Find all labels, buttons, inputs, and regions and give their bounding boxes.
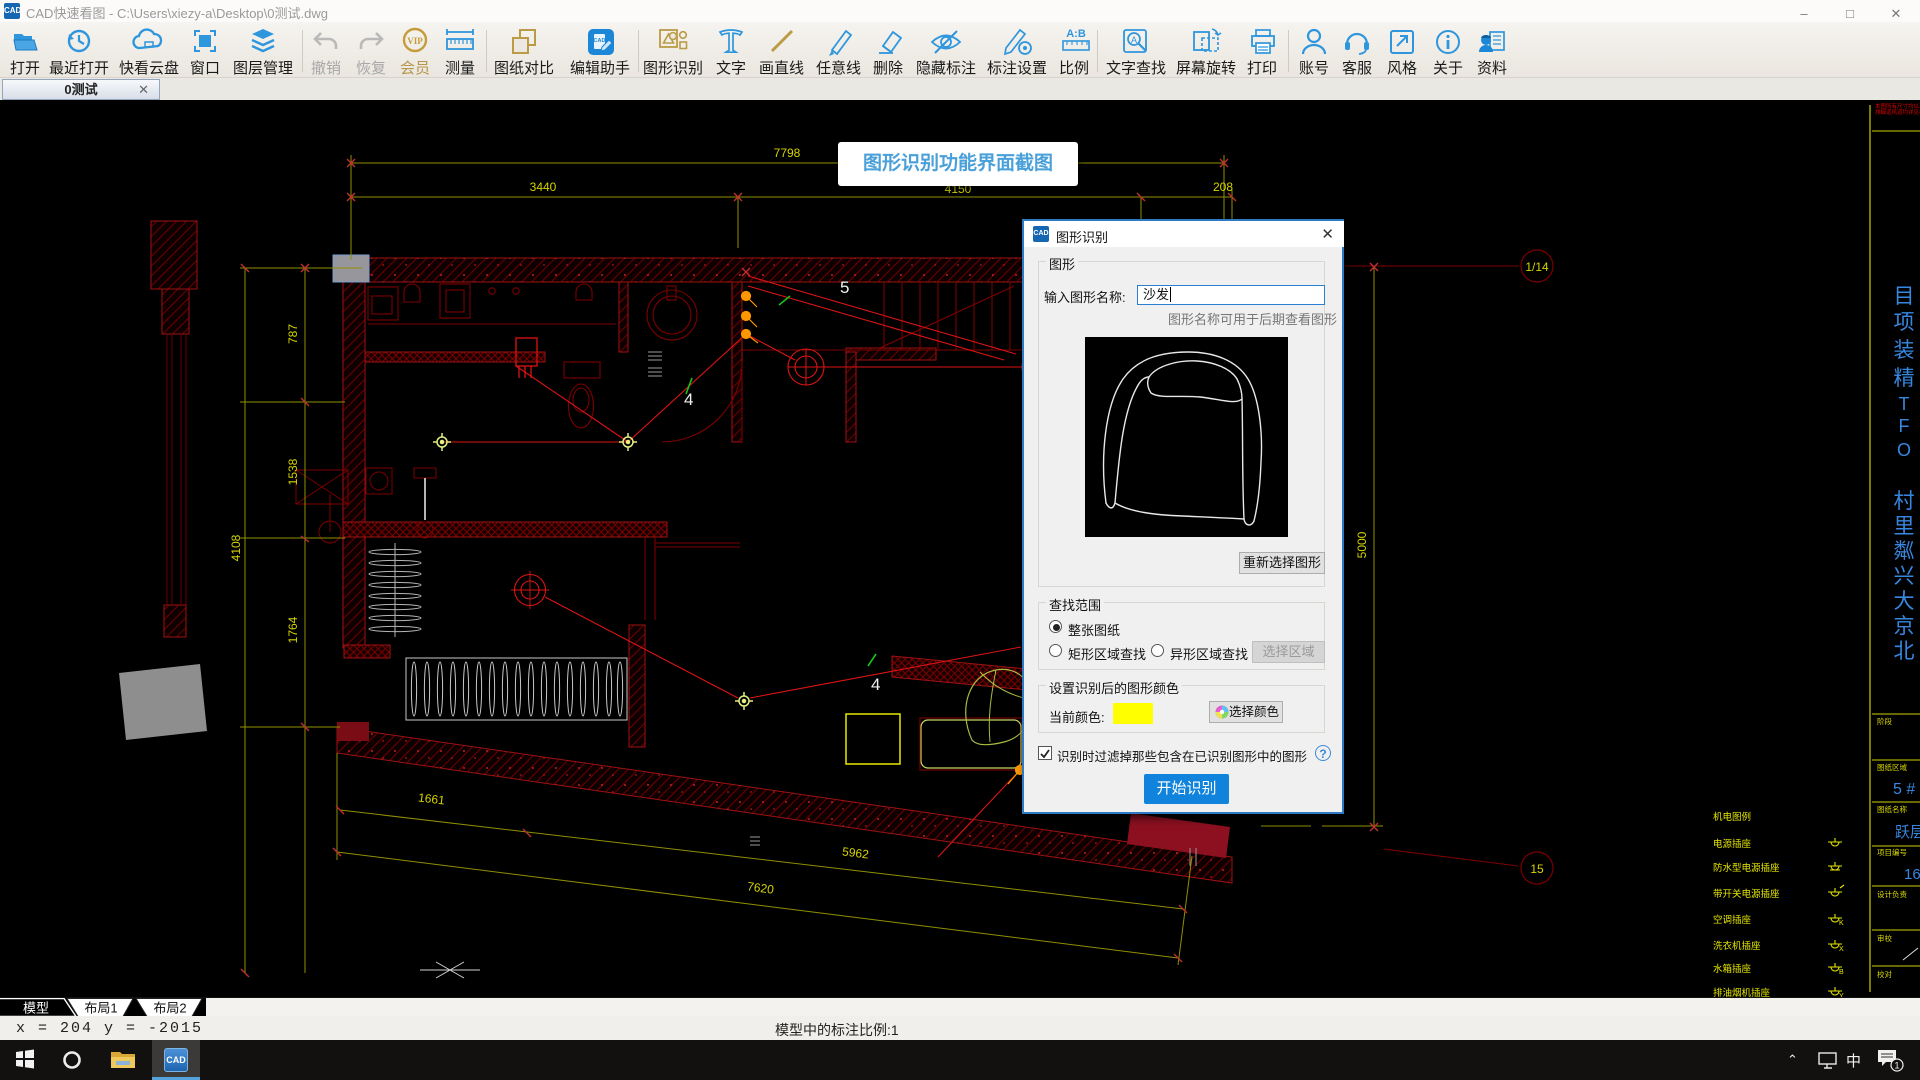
svg-text:15: 15	[1530, 862, 1544, 876]
svg-text:洗衣机插座: 洗衣机插座	[1713, 940, 1761, 952]
svg-text:5: 5	[840, 278, 849, 297]
svg-text:F: F	[1899, 416, 1910, 436]
svg-text:防水型电源插座: 防水型电源插座	[1713, 862, 1780, 874]
svg-text:1/14: 1/14	[1525, 260, 1549, 274]
svg-text:4108: 4108	[229, 534, 243, 561]
svg-text:水箱插座: 水箱插座	[1713, 963, 1752, 975]
svg-text:精: 精	[1894, 367, 1915, 390]
svg-text:4: 4	[871, 675, 880, 694]
svg-text:4: 4	[684, 390, 693, 409]
svg-text:项: 项	[1894, 311, 1915, 334]
svg-text:带开关电源插座: 带开关电源插座	[1713, 888, 1780, 900]
svg-text:A:B: A:B	[1066, 28, 1086, 40]
svg-text:5000: 5000	[1355, 531, 1369, 558]
svg-text:审校: 审校	[1877, 933, 1893, 943]
svg-text:目: 目	[1894, 285, 1915, 308]
svg-text:电源插座: 电源插座	[1713, 838, 1752, 850]
svg-text:空调插座: 空调插座	[1713, 914, 1752, 926]
svg-text:1538: 1538	[286, 458, 300, 485]
svg-text:北: 北	[1894, 640, 1915, 663]
svg-text:O: O	[1897, 440, 1911, 460]
svg-text:阶段: 阶段	[1877, 716, 1893, 726]
svg-text:粼: 粼	[1894, 540, 1915, 563]
svg-text:787: 787	[286, 324, 300, 344]
svg-text:7620: 7620	[746, 879, 775, 897]
svg-text:5 #: 5 #	[1893, 781, 1915, 798]
svg-text:布局2: 布局2	[153, 1001, 186, 1016]
svg-text:1764: 1764	[286, 616, 300, 643]
svg-text:校对: 校对	[1877, 969, 1893, 979]
svg-text:装: 装	[1894, 339, 1915, 362]
svg-text:3440: 3440	[530, 180, 557, 194]
svg-text:5962: 5962	[841, 844, 870, 861]
svg-text:本图所有尺寸均以现场实测: 本图所有尺寸均以现场实测	[1875, 102, 1920, 110]
svg-text:兴: 兴	[1894, 565, 1915, 588]
svg-text:模型: 模型	[23, 1001, 49, 1016]
svg-text:项目编号: 项目编号	[1877, 847, 1907, 857]
svg-text:图纸名称: 图纸名称	[1877, 804, 1907, 814]
svg-text:布局1: 布局1	[84, 1001, 117, 1016]
svg-text:7798: 7798	[774, 146, 801, 160]
svg-text:排油烟机插座: 排油烟机插座	[1713, 987, 1771, 997]
svg-text:B: B	[1839, 969, 1844, 976]
svg-text:图纸区域: 图纸区域	[1877, 762, 1907, 772]
svg-text:跃层: 跃层	[1895, 824, 1920, 841]
svg-text:设计负责: 设计负责	[1877, 889, 1907, 899]
svg-text:1: 1	[1894, 1061, 1899, 1071]
svg-text:T: T	[1899, 394, 1910, 414]
svg-text:京: 京	[1894, 615, 1915, 638]
svg-text:里: 里	[1894, 515, 1915, 538]
svg-text:排烟道风道均详见相关大样: 排烟道风道均详见相关大样	[1875, 108, 1920, 116]
svg-text:16: 16	[1904, 866, 1920, 883]
svg-text:208: 208	[1213, 180, 1233, 194]
svg-text:CAD: CAD	[594, 38, 606, 44]
svg-text:A: A	[1131, 35, 1137, 45]
svg-text:K: K	[1839, 920, 1844, 927]
svg-text:1661: 1661	[417, 790, 446, 807]
svg-text:村: 村	[1894, 490, 1915, 513]
svg-text:机电图例: 机电图例	[1713, 811, 1751, 823]
svg-text:大: 大	[1894, 590, 1915, 613]
svg-text:X: X	[1839, 946, 1844, 953]
